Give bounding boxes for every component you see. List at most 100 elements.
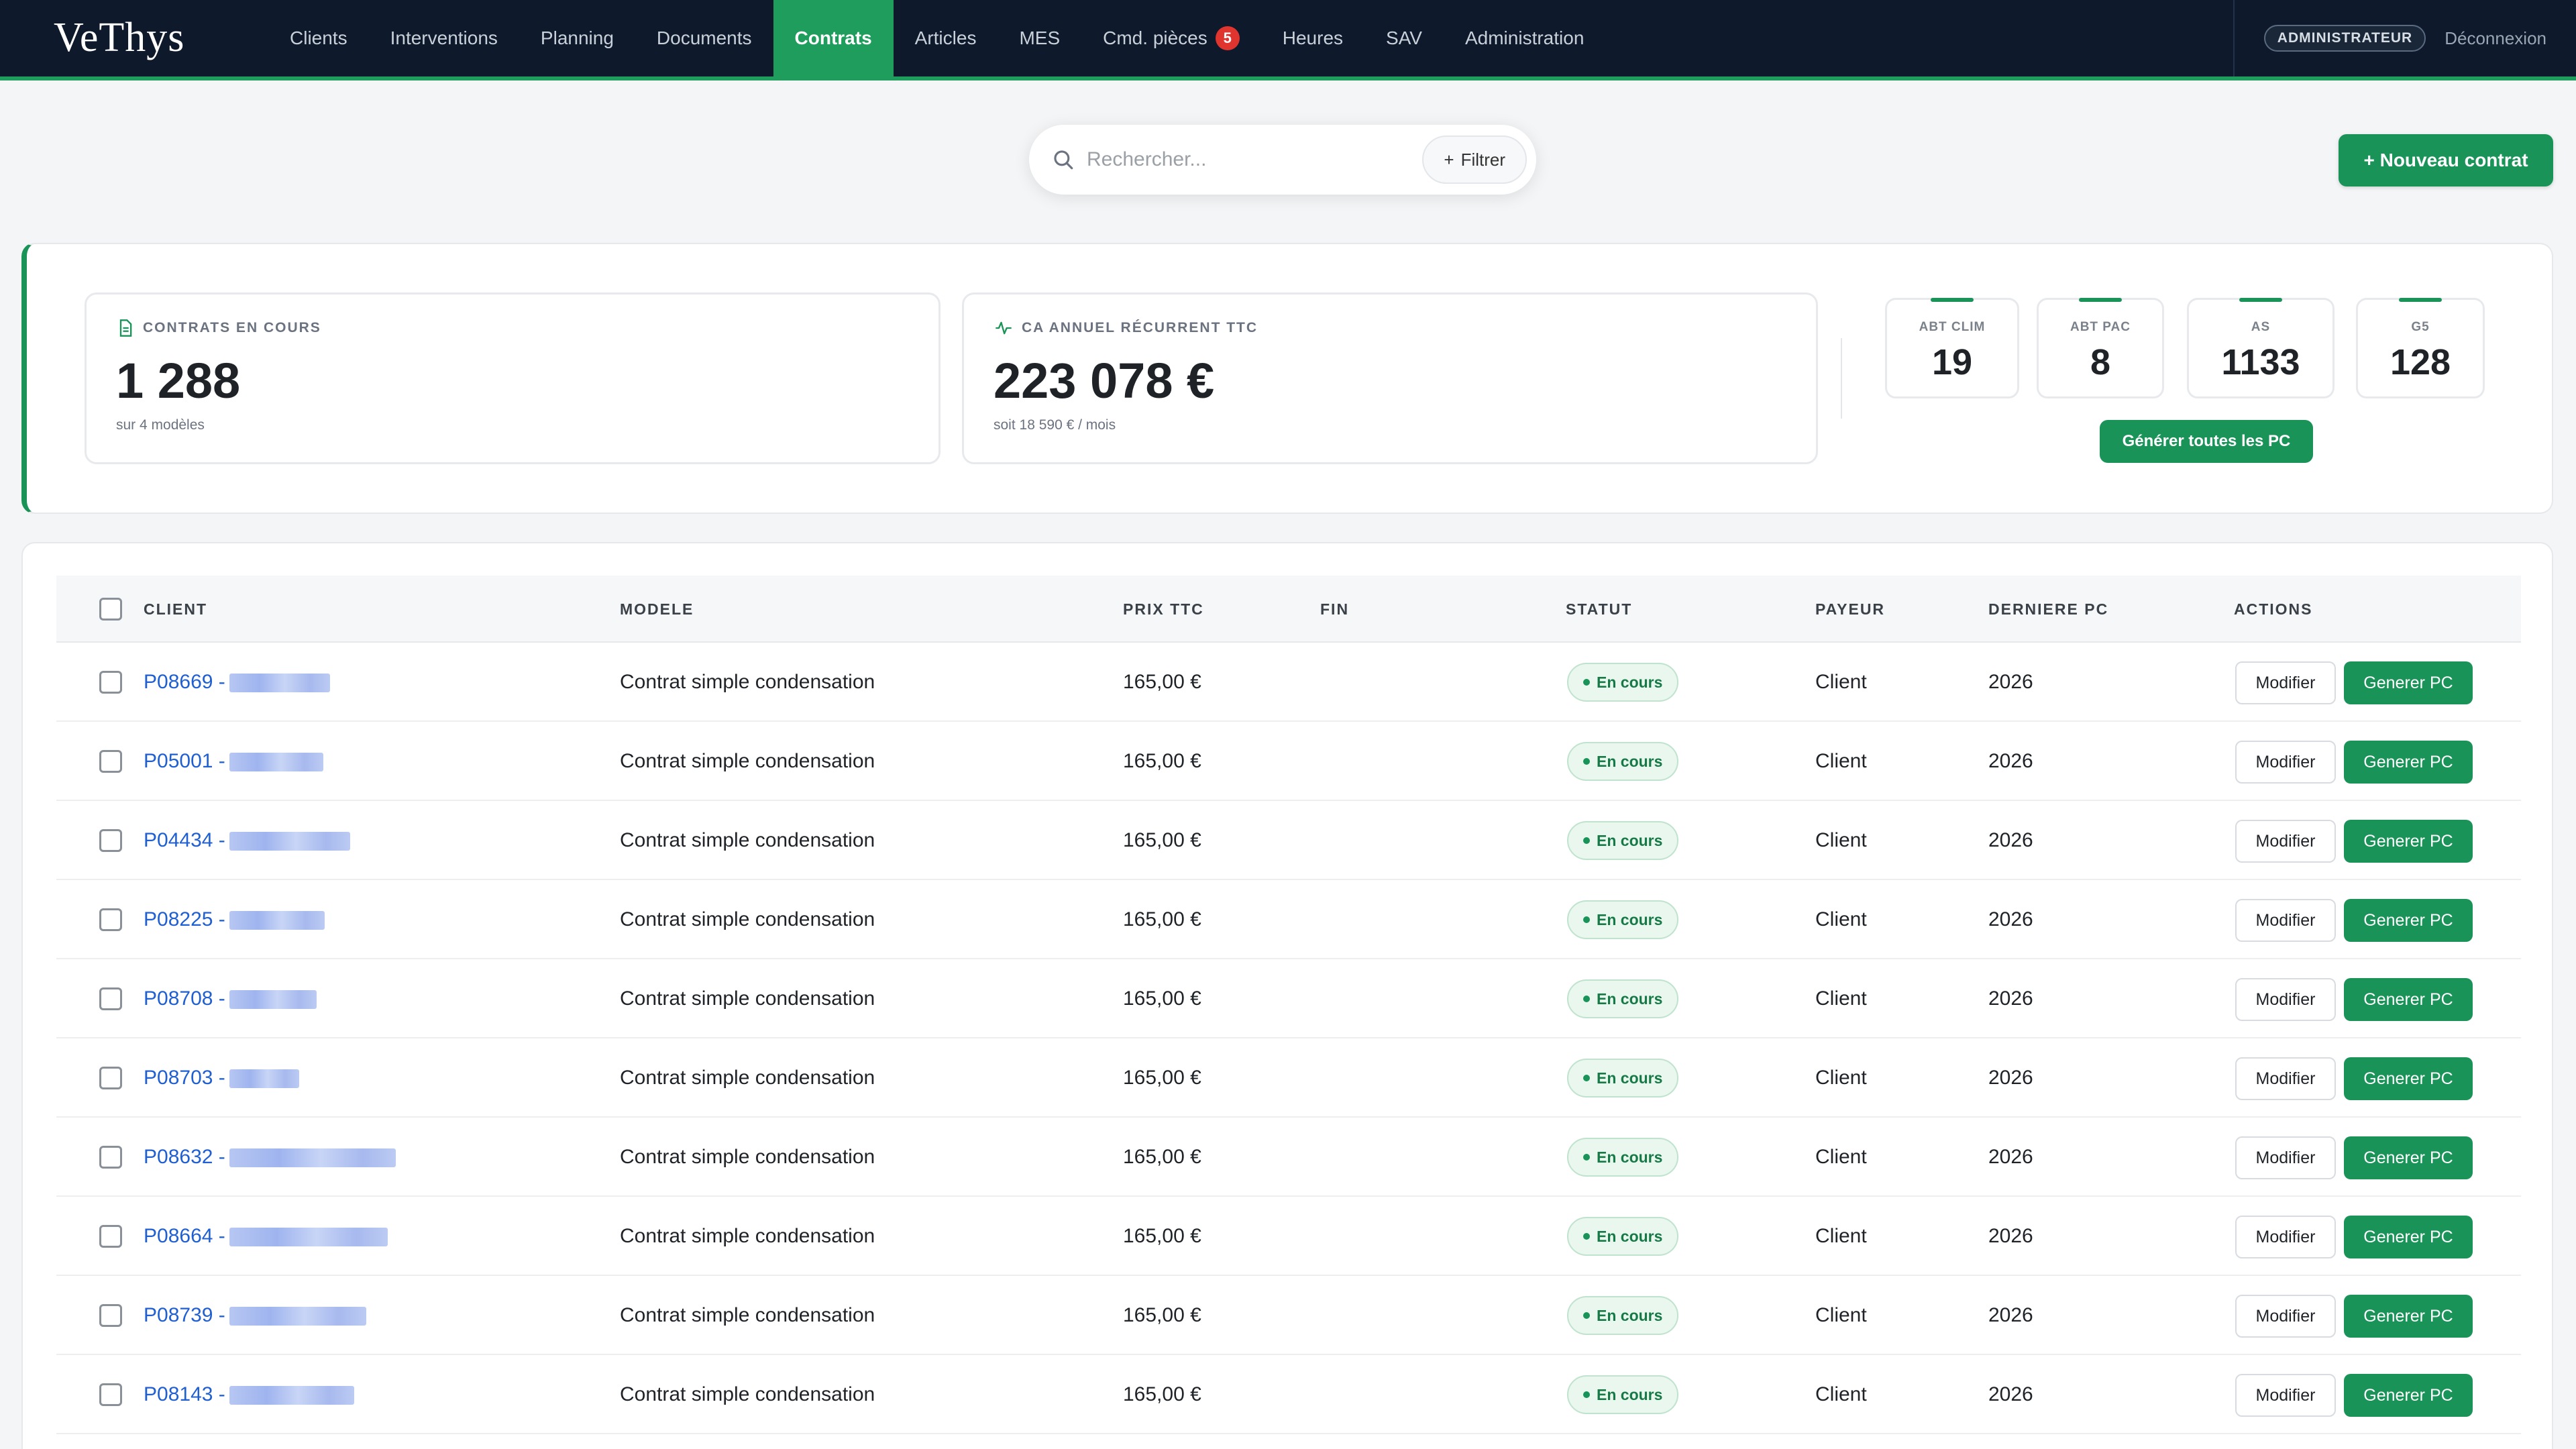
model-card-g5[interactable]: G5 128 <box>2356 298 2485 398</box>
row-checkbox[interactable] <box>99 750 122 773</box>
model-card-as[interactable]: AS 1133 <box>2187 298 2334 398</box>
modify-button[interactable]: Modifier <box>2235 661 2336 704</box>
nav-item-administration[interactable]: Administration <box>1444 0 1605 76</box>
redacted-client-name <box>229 753 323 772</box>
client-link[interactable]: P08703 - <box>144 1067 225 1089</box>
modify-button[interactable]: Modifier <box>2235 820 2336 863</box>
new-contract-button[interactable]: + Nouveau contrat <box>2339 134 2553 186</box>
modify-button[interactable]: Modifier <box>2235 978 2336 1021</box>
row-checkbox[interactable] <box>99 1067 122 1089</box>
generate-pc-button[interactable]: Generer PC <box>2344 899 2473 942</box>
generate-pc-button[interactable]: Generer PC <box>2344 1057 2473 1100</box>
row-checkbox[interactable] <box>99 1225 122 1248</box>
model-card-abt-pac[interactable]: ABT PAC 8 <box>2037 298 2164 398</box>
client-cell: P08225 - <box>144 880 325 959</box>
price-cell: 165,00 € <box>1123 1067 1201 1089</box>
generate-pc-button[interactable]: Generer PC <box>2344 661 2473 704</box>
modify-button[interactable]: Modifier <box>2235 1216 2336 1258</box>
table-row: P08669 - Contrat simple condensation 165,0… <box>56 643 2521 722</box>
top-navbar: VeThys Clients Interventions Planning Docum… <box>0 0 2576 80</box>
generate-pc-button[interactable]: Generer PC <box>2344 820 2473 863</box>
modify-button[interactable]: Modifier <box>2235 899 2336 942</box>
modify-button[interactable]: Modifier <box>2235 1136 2336 1179</box>
model-card-abt-clim[interactable]: ABT CLIM 19 <box>1885 298 2019 398</box>
nav-item-contrats[interactable]: Contrats <box>773 0 894 76</box>
client-link[interactable]: P08632 - <box>144 1146 225 1168</box>
last-pc-cell: 2026 <box>1988 908 2033 930</box>
generate-pc-button[interactable]: Generer PC <box>2344 1136 2473 1179</box>
stat-revenue-sub: soit 18 590 € / mois <box>994 417 1116 433</box>
contracts-table: CLIENT MODELE PRIX TTC FIN STATUT PAYEUR DERNI… <box>21 542 2553 1449</box>
nav-item-planning[interactable]: Planning <box>519 0 635 76</box>
client-link[interactable]: P08739 - <box>144 1304 225 1326</box>
stat-contracts-label: CONTRATS EN COURS <box>143 320 321 335</box>
price-cell: 165,00 € <box>1123 1146 1201 1168</box>
client-link[interactable]: P08143 - <box>144 1383 225 1405</box>
client-link[interactable]: P08669 - <box>144 671 225 693</box>
generate-pc-button[interactable]: Generer PC <box>2344 741 2473 784</box>
generate-pc-button[interactable]: Generer PC <box>2344 1216 2473 1258</box>
nav-item-mes[interactable]: MES <box>998 0 1081 76</box>
nav-item-articles[interactable]: Articles <box>894 0 998 76</box>
client-link[interactable]: P08664 - <box>144 1225 225 1247</box>
search-input[interactable] <box>1087 148 1423 171</box>
payer-cell: Client <box>1815 1304 1867 1326</box>
model-cell: Contrat simple condensation <box>620 987 875 1010</box>
column-header-modele[interactable]: MODELE <box>620 576 694 643</box>
client-link[interactable]: P04434 - <box>144 829 225 851</box>
nav-item-interventions[interactable]: Interventions <box>369 0 519 76</box>
filter-button[interactable]: + Filtrer <box>1422 136 1527 184</box>
nav-item-clients[interactable]: Clients <box>268 0 369 76</box>
column-header-prix-ttc[interactable]: PRIX TTC <box>1123 576 1204 643</box>
row-checkbox[interactable] <box>99 1383 122 1406</box>
nav-item-sav[interactable]: SAV <box>1364 0 1444 76</box>
column-header-payeur[interactable]: PAYEUR <box>1815 576 1885 643</box>
status-badge: En cours <box>1567 821 1679 860</box>
client-cell: P08703 - <box>144 1038 299 1118</box>
price-cell: 165,00 € <box>1123 1304 1201 1326</box>
generate-pc-button[interactable]: Generer PC <box>2344 978 2473 1021</box>
nav-item-cmd-pi-ces[interactable]: Cmd. pièces 5 <box>1081 0 1261 76</box>
modify-button[interactable]: Modifier <box>2235 1374 2336 1417</box>
generate-pc-button[interactable]: Generer PC <box>2344 1374 2473 1417</box>
column-header-actions[interactable]: ACTIONS <box>2234 576 2313 643</box>
logout-link[interactable]: Déconnexion <box>2445 28 2546 49</box>
client-link[interactable]: P08225 - <box>144 908 225 930</box>
modify-button[interactable]: Modifier <box>2235 1295 2336 1338</box>
price-cell: 165,00 € <box>1123 1383 1201 1405</box>
client-link[interactable]: P08708 - <box>144 987 225 1010</box>
price-cell: 165,00 € <box>1123 987 1201 1010</box>
generate-pc-button[interactable]: Generer PC <box>2344 1295 2473 1338</box>
client-link[interactable]: P05001 - <box>144 750 225 772</box>
modify-button[interactable]: Modifier <box>2235 1057 2336 1100</box>
modify-button[interactable]: Modifier <box>2235 741 2336 784</box>
stat-revenue-card: CA ANNUEL RÉCURRENT TTC 223 078 € soit 1… <box>962 292 1818 464</box>
row-checkbox[interactable] <box>99 671 122 694</box>
column-header-derniere-pc[interactable]: DERNIERE PC <box>1988 576 2108 643</box>
status-badge: En cours <box>1567 742 1679 781</box>
status-label: En cours <box>1597 910 1663 928</box>
column-header-fin[interactable]: FIN <box>1320 576 1349 643</box>
nav-item-heures[interactable]: Heures <box>1261 0 1364 76</box>
last-pc-cell: 2026 <box>1988 1225 2033 1247</box>
app-logo[interactable]: VeThys <box>54 11 184 64</box>
status-label: En cours <box>1597 752 1663 770</box>
model-cell: Contrat simple condensation <box>620 829 875 851</box>
row-checkbox[interactable] <box>99 829 122 852</box>
nav-item-label: Cmd. pièces <box>1103 28 1208 48</box>
model-card-value: 128 <box>2390 342 2451 382</box>
nav-count-badge: 5 <box>1215 26 1240 50</box>
select-all-checkbox[interactable] <box>99 598 122 621</box>
column-header-statut[interactable]: STATUT <box>1566 576 1632 643</box>
generate-all-pc-button[interactable]: Générer toutes les PC <box>2100 420 2313 463</box>
row-checkbox[interactable] <box>99 1304 122 1327</box>
row-checkbox[interactable] <box>99 987 122 1010</box>
last-pc-cell: 2026 <box>1988 671 2033 693</box>
client-cell: P08632 - <box>144 1118 396 1197</box>
nav-item-documents[interactable]: Documents <box>635 0 773 76</box>
status-dot-icon <box>1583 916 1590 923</box>
document-icon <box>119 319 132 337</box>
row-checkbox[interactable] <box>99 908 122 931</box>
column-header-client[interactable]: CLIENT <box>144 576 207 643</box>
row-checkbox[interactable] <box>99 1146 122 1169</box>
